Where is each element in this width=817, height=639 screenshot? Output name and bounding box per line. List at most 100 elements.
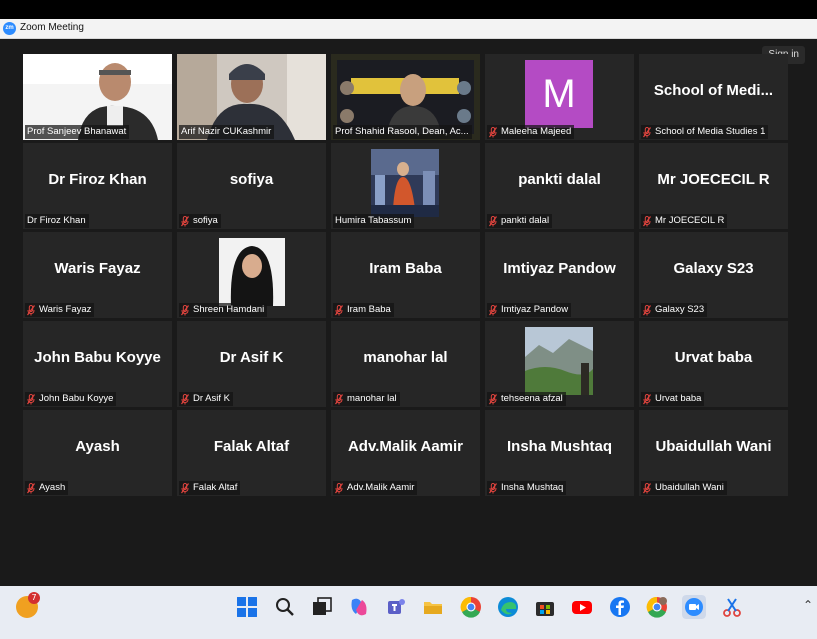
participant-tile[interactable]: tehseena afzal [485,321,634,407]
muted-mic-icon [181,304,189,316]
notification-badge: 7 [28,592,40,604]
participant-name-label: sofiya [179,214,221,228]
edge-icon[interactable] [497,596,519,618]
screen-top-bezel [0,0,817,19]
participant-name-label: Dr Firoz Khan [25,214,89,228]
participant-name-label: Falak Altaf [179,481,241,495]
muted-mic-icon [489,393,497,405]
participant-name-label: Maleeha Majeed [487,125,575,139]
windows-taskbar: 7 ⌃ [0,586,817,639]
muted-mic-icon [335,482,343,494]
participant-display-name: Dr Firoz Khan [48,171,147,188]
teams-icon[interactable] [385,596,407,618]
muted-mic-icon [489,126,497,138]
participant-display-name: Iram Baba [369,260,442,277]
participant-display-name: School of Medi... [653,82,774,99]
muted-mic-icon [335,393,343,405]
muted-mic-icon [643,304,651,316]
participant-name-label: Ayash [25,481,69,495]
zoom-logo-icon: zm [3,22,16,35]
chrome-profile-icon[interactable] [646,596,668,618]
participant-tile[interactable]: Waris Fayaz Waris Fayaz [23,232,172,318]
task-view-icon[interactable] [311,596,333,618]
participant-name-label: Urvat baba [641,392,705,406]
participant-tile[interactable]: Dr Asif K Dr Asif K [177,321,326,407]
participant-tile[interactable]: manohar lal manohar lal [331,321,480,407]
participant-tile[interactable]: Iram Baba Iram Baba [331,232,480,318]
window-titlebar[interactable]: zm Zoom Meeting [0,19,817,39]
participant-name-label: tehseena afzal [487,392,566,406]
participant-display-name: Urvat baba [674,349,753,366]
participant-tile[interactable]: Adv.Malik Aamir Adv.Malik Aamir [331,410,480,496]
participant-tile[interactable]: Insha Mushtaq Insha Mushtaq [485,410,634,496]
muted-mic-icon [27,393,35,405]
zoom-icon[interactable] [682,595,706,619]
participant-tile[interactable]: Falak Altaf Falak Altaf [177,410,326,496]
windows-start-icon[interactable] [236,596,258,618]
participant-display-name: Adv.Malik Aamir [347,438,464,455]
participant-tile[interactable]: sofiya sofiya [177,143,326,229]
participant-name-label: pankti dalal [487,214,553,228]
participant-tile[interactable]: Dr Firoz Khan Dr Firoz Khan [23,143,172,229]
participant-display-name: sofiya [229,171,274,188]
participant-tile[interactable]: Imtiyaz Pandow Imtiyaz Pandow [485,232,634,318]
search-icon[interactable] [274,596,296,618]
participant-display-name: Ubaidullah Wani [655,438,772,455]
participant-name-label: Insha Mushtaq [487,481,567,495]
participant-name-label: Prof Shahid Rasool, Dean, Ac... [333,125,472,139]
chevron-up-icon[interactable]: ⌃ [803,598,813,612]
muted-mic-icon [181,393,189,405]
participant-tile[interactable]: Arif Nazir CUKashmir [177,54,326,140]
muted-mic-icon [27,304,35,316]
participant-tile[interactable]: Ayash Ayash [23,410,172,496]
participant-name-label: John Babu Koyye [25,392,117,406]
participant-display-name: Insha Mushtaq [506,438,612,455]
participant-name-label: Imtiyaz Pandow [487,303,572,317]
participant-tile[interactable]: John Babu Koyye John Babu Koyye [23,321,172,407]
participant-tile[interactable]: Humira Tabassum [331,143,480,229]
participant-display-name: manohar lal [363,349,448,366]
active-speaker-tile[interactable]: Prof Shahid Rasool, Dean, Ac... [331,54,480,140]
participant-name-label: manohar lal [333,392,400,406]
participant-name-label: Prof Sanjeev Bhanawat [25,125,130,139]
participant-tile[interactable]: Urvat baba Urvat baba [639,321,788,407]
participant-name-label: Humira Tabassum [333,214,415,228]
participant-profile-picture [219,238,285,306]
muted-mic-icon [643,393,651,405]
chrome-icon[interactable] [460,596,482,618]
participant-gallery: Prof Sanjeev Bhanawat Arif Nazir CUKashm… [23,54,788,496]
snipping-tool-icon[interactable] [721,596,743,618]
store-icon[interactable] [534,596,556,618]
copilot-icon[interactable] [348,596,370,618]
participant-name-label: Galaxy S23 [641,303,708,317]
participant-tile[interactable]: M Maleeha Majeed [485,54,634,140]
participant-name-label: Shreen Hamdani [179,303,268,317]
participant-tile[interactable]: Mr JOECECIL R Mr JOECECIL R [639,143,788,229]
participant-tile[interactable]: Galaxy S23 Galaxy S23 [639,232,788,318]
participant-tile[interactable]: Ubaidullah Wani Ubaidullah Wani [639,410,788,496]
muted-mic-icon [489,482,497,494]
participant-tile[interactable]: pankti dalal pankti dalal [485,143,634,229]
muted-mic-icon [489,304,497,316]
participant-display-name: Falak Altaf [213,438,290,455]
muted-mic-icon [643,126,651,138]
facebook-icon[interactable] [609,596,631,618]
participant-avatar: M [525,60,593,128]
participant-name-label: Ubaidullah Wani [641,481,727,495]
participant-name-label: Dr Asif K [179,392,233,406]
participant-display-name: Ayash [75,438,120,455]
participant-display-name: John Babu Koyye [34,349,161,366]
participant-tile[interactable]: School of Medi... School of Media Studie… [639,54,788,140]
youtube-icon[interactable] [571,596,593,618]
participant-tile[interactable]: Shreen Hamdani [177,232,326,318]
participant-tile[interactable]: Prof Sanjeev Bhanawat [23,54,172,140]
participant-name-label: Adv.Malik Aamir [333,481,418,495]
muted-mic-icon [643,215,651,227]
muted-mic-icon [489,215,497,227]
participant-display-name: pankti dalal [518,171,601,188]
participant-display-name: Imtiyaz Pandow [503,260,616,277]
participant-display-name: Dr Asif K [219,349,284,366]
participant-display-name: Galaxy S23 [673,260,754,277]
muted-mic-icon [643,482,651,494]
file-explorer-icon[interactable] [422,596,444,618]
